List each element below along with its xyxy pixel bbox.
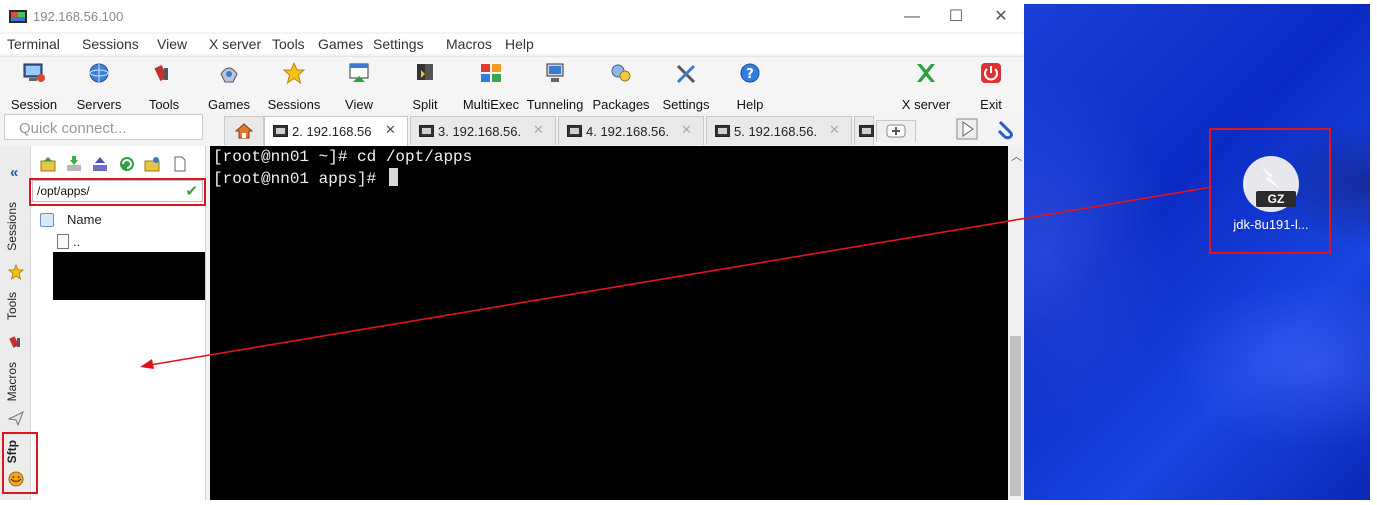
terminal-line-prompt: [root@nn01 apps]# <box>213 168 398 188</box>
help-button[interactable]: ? Help <box>730 60 770 112</box>
maximize-button[interactable]: ☐ <box>933 4 979 30</box>
new-folder-icon[interactable] <box>144 156 160 172</box>
menu-sessions[interactable]: Sessions <box>82 36 139 52</box>
title-bar: 192.168.56.100 — ☐ ✕ <box>0 0 1024 32</box>
annotation-sftp-tab-box <box>2 432 38 494</box>
sessions-button[interactable]: Sessions <box>264 60 324 112</box>
tab-session-2[interactable]: 2. 192.168.56 ✕ <box>264 116 408 147</box>
terminal[interactable]: [root@nn01 ~]# cd /opt/apps [root@nn01 a… <box>210 146 1008 500</box>
terminal-tab-icon <box>567 125 582 137</box>
attach-icon[interactable] <box>996 118 1016 140</box>
tab-session-3[interactable]: 3. 192.168.56. ✕ <box>410 116 556 145</box>
menu-tools[interactable]: Tools <box>272 36 305 52</box>
split-button[interactable]: Split <box>404 60 446 112</box>
games-icon <box>220 67 238 83</box>
refresh-icon[interactable] <box>119 156 135 172</box>
screen-edge <box>1370 4 1377 500</box>
sessions-star-icon <box>8 264 24 280</box>
menu-help[interactable]: Help <box>505 36 534 52</box>
plus-icon <box>886 124 906 138</box>
session-button[interactable]: Session <box>6 60 62 112</box>
multiexec-button[interactable]: MultiExec <box>462 60 520 112</box>
session-icon <box>23 63 45 82</box>
scroll-up-icon[interactable]: ︿ <box>1011 148 1022 164</box>
minimize-button[interactable]: — <box>889 4 935 30</box>
menu-terminal[interactable]: Terminal <box>7 36 60 52</box>
tab-close-icon[interactable]: ✕ <box>533 122 544 138</box>
split-icon <box>417 64 433 80</box>
side-tab-sessions[interactable]: Sessions <box>5 202 27 282</box>
annotation-file-box <box>1209 128 1331 254</box>
sessions-star-icon <box>282 62 306 84</box>
new-file-icon[interactable] <box>172 156 188 172</box>
menu-settings[interactable]: Settings <box>373 36 424 52</box>
menu-macros[interactable]: Macros <box>446 36 492 52</box>
annotation-path-box <box>29 178 206 206</box>
terminal-tab-icon <box>859 125 874 137</box>
tab-close-icon[interactable]: ✕ <box>385 122 396 138</box>
exit-icon <box>981 63 1001 83</box>
settings-button[interactable]: Settings <box>658 60 714 112</box>
view-button[interactable]: View <box>338 60 380 112</box>
mobaxterm-window: 192.168.56.100 — ☐ ✕ Terminal Sessions V… <box>0 0 1024 500</box>
upload-icon[interactable] <box>92 156 108 172</box>
sort-icon <box>40 213 54 227</box>
menu-games[interactable]: Games <box>318 36 363 52</box>
tab-home[interactable] <box>224 116 264 145</box>
tab-session-more[interactable] <box>854 116 874 145</box>
games-button[interactable]: Games <box>204 60 254 112</box>
redacted-area <box>53 252 205 300</box>
terminal-line: [root@nn01 ~]# cd /opt/apps <box>213 148 473 166</box>
tab-session-5[interactable]: 5. 192.168.56. ✕ <box>706 116 852 145</box>
tunneling-icon <box>546 63 564 82</box>
toolbar: Session Servers Tools Games Sessions Vie… <box>0 56 1024 113</box>
file-icon <box>57 234 69 249</box>
menu-view[interactable]: View <box>157 36 187 52</box>
play-macro-icon[interactable] <box>956 118 978 140</box>
settings-icon <box>676 64 696 84</box>
terminal-tab-icon <box>715 125 730 137</box>
app-icon <box>9 10 27 23</box>
sftp-toolbar <box>31 154 205 176</box>
side-tab-macros[interactable]: Macros <box>5 362 27 432</box>
tools-icon <box>154 64 168 82</box>
scrollbar-thumb[interactable] <box>1010 336 1021 496</box>
collapse-sidebar-icon[interactable]: « <box>10 164 18 181</box>
packages-icon <box>611 64 631 82</box>
svg-text:?: ? <box>746 67 754 82</box>
paper-plane-icon <box>8 410 24 426</box>
tab-session-4[interactable]: 4. 192.168.56. ✕ <box>558 116 704 145</box>
view-icon <box>349 63 369 82</box>
multiexec-icon <box>481 64 501 82</box>
xserver-icon <box>917 64 935 82</box>
parent-folder-icon[interactable] <box>40 156 56 172</box>
session-tabs: 2. 192.168.56 ✕ 3. 192.168.56. ✕ 4. 192.… <box>208 116 1024 147</box>
tools-icon <box>9 336 20 348</box>
terminal-tab-icon <box>273 125 288 137</box>
terminal-scrollbar[interactable]: ︿ <box>1008 146 1024 500</box>
tab-close-icon[interactable]: ✕ <box>681 122 692 138</box>
help-icon: ? <box>740 63 760 83</box>
home-icon <box>235 123 253 139</box>
terminal-cursor <box>388 168 398 186</box>
packages-button[interactable]: Packages <box>592 60 650 112</box>
servers-button[interactable]: Servers <box>72 60 126 112</box>
tools-button[interactable]: Tools <box>140 60 188 112</box>
exit-button[interactable]: Exit <box>970 60 1012 112</box>
menu-bar: Terminal Sessions View X server Tools Ga… <box>0 34 1024 54</box>
tab-close-icon[interactable]: ✕ <box>829 122 840 138</box>
menu-x-server[interactable]: X server <box>209 36 261 52</box>
close-button[interactable]: ✕ <box>978 4 1024 30</box>
terminal-tab-icon <box>419 125 434 137</box>
side-tab-tools[interactable]: Tools <box>5 292 27 352</box>
quick-connect-box[interactable] <box>4 114 203 140</box>
tunneling-button[interactable]: Tunneling <box>526 60 584 112</box>
x-server-button[interactable]: X server <box>898 60 954 112</box>
servers-icon <box>89 63 109 83</box>
new-tab-button[interactable] <box>876 120 916 142</box>
window-title: 192.168.56.100 <box>33 9 124 24</box>
download-icon[interactable] <box>66 156 82 172</box>
quick-connect-input[interactable] <box>17 116 201 140</box>
